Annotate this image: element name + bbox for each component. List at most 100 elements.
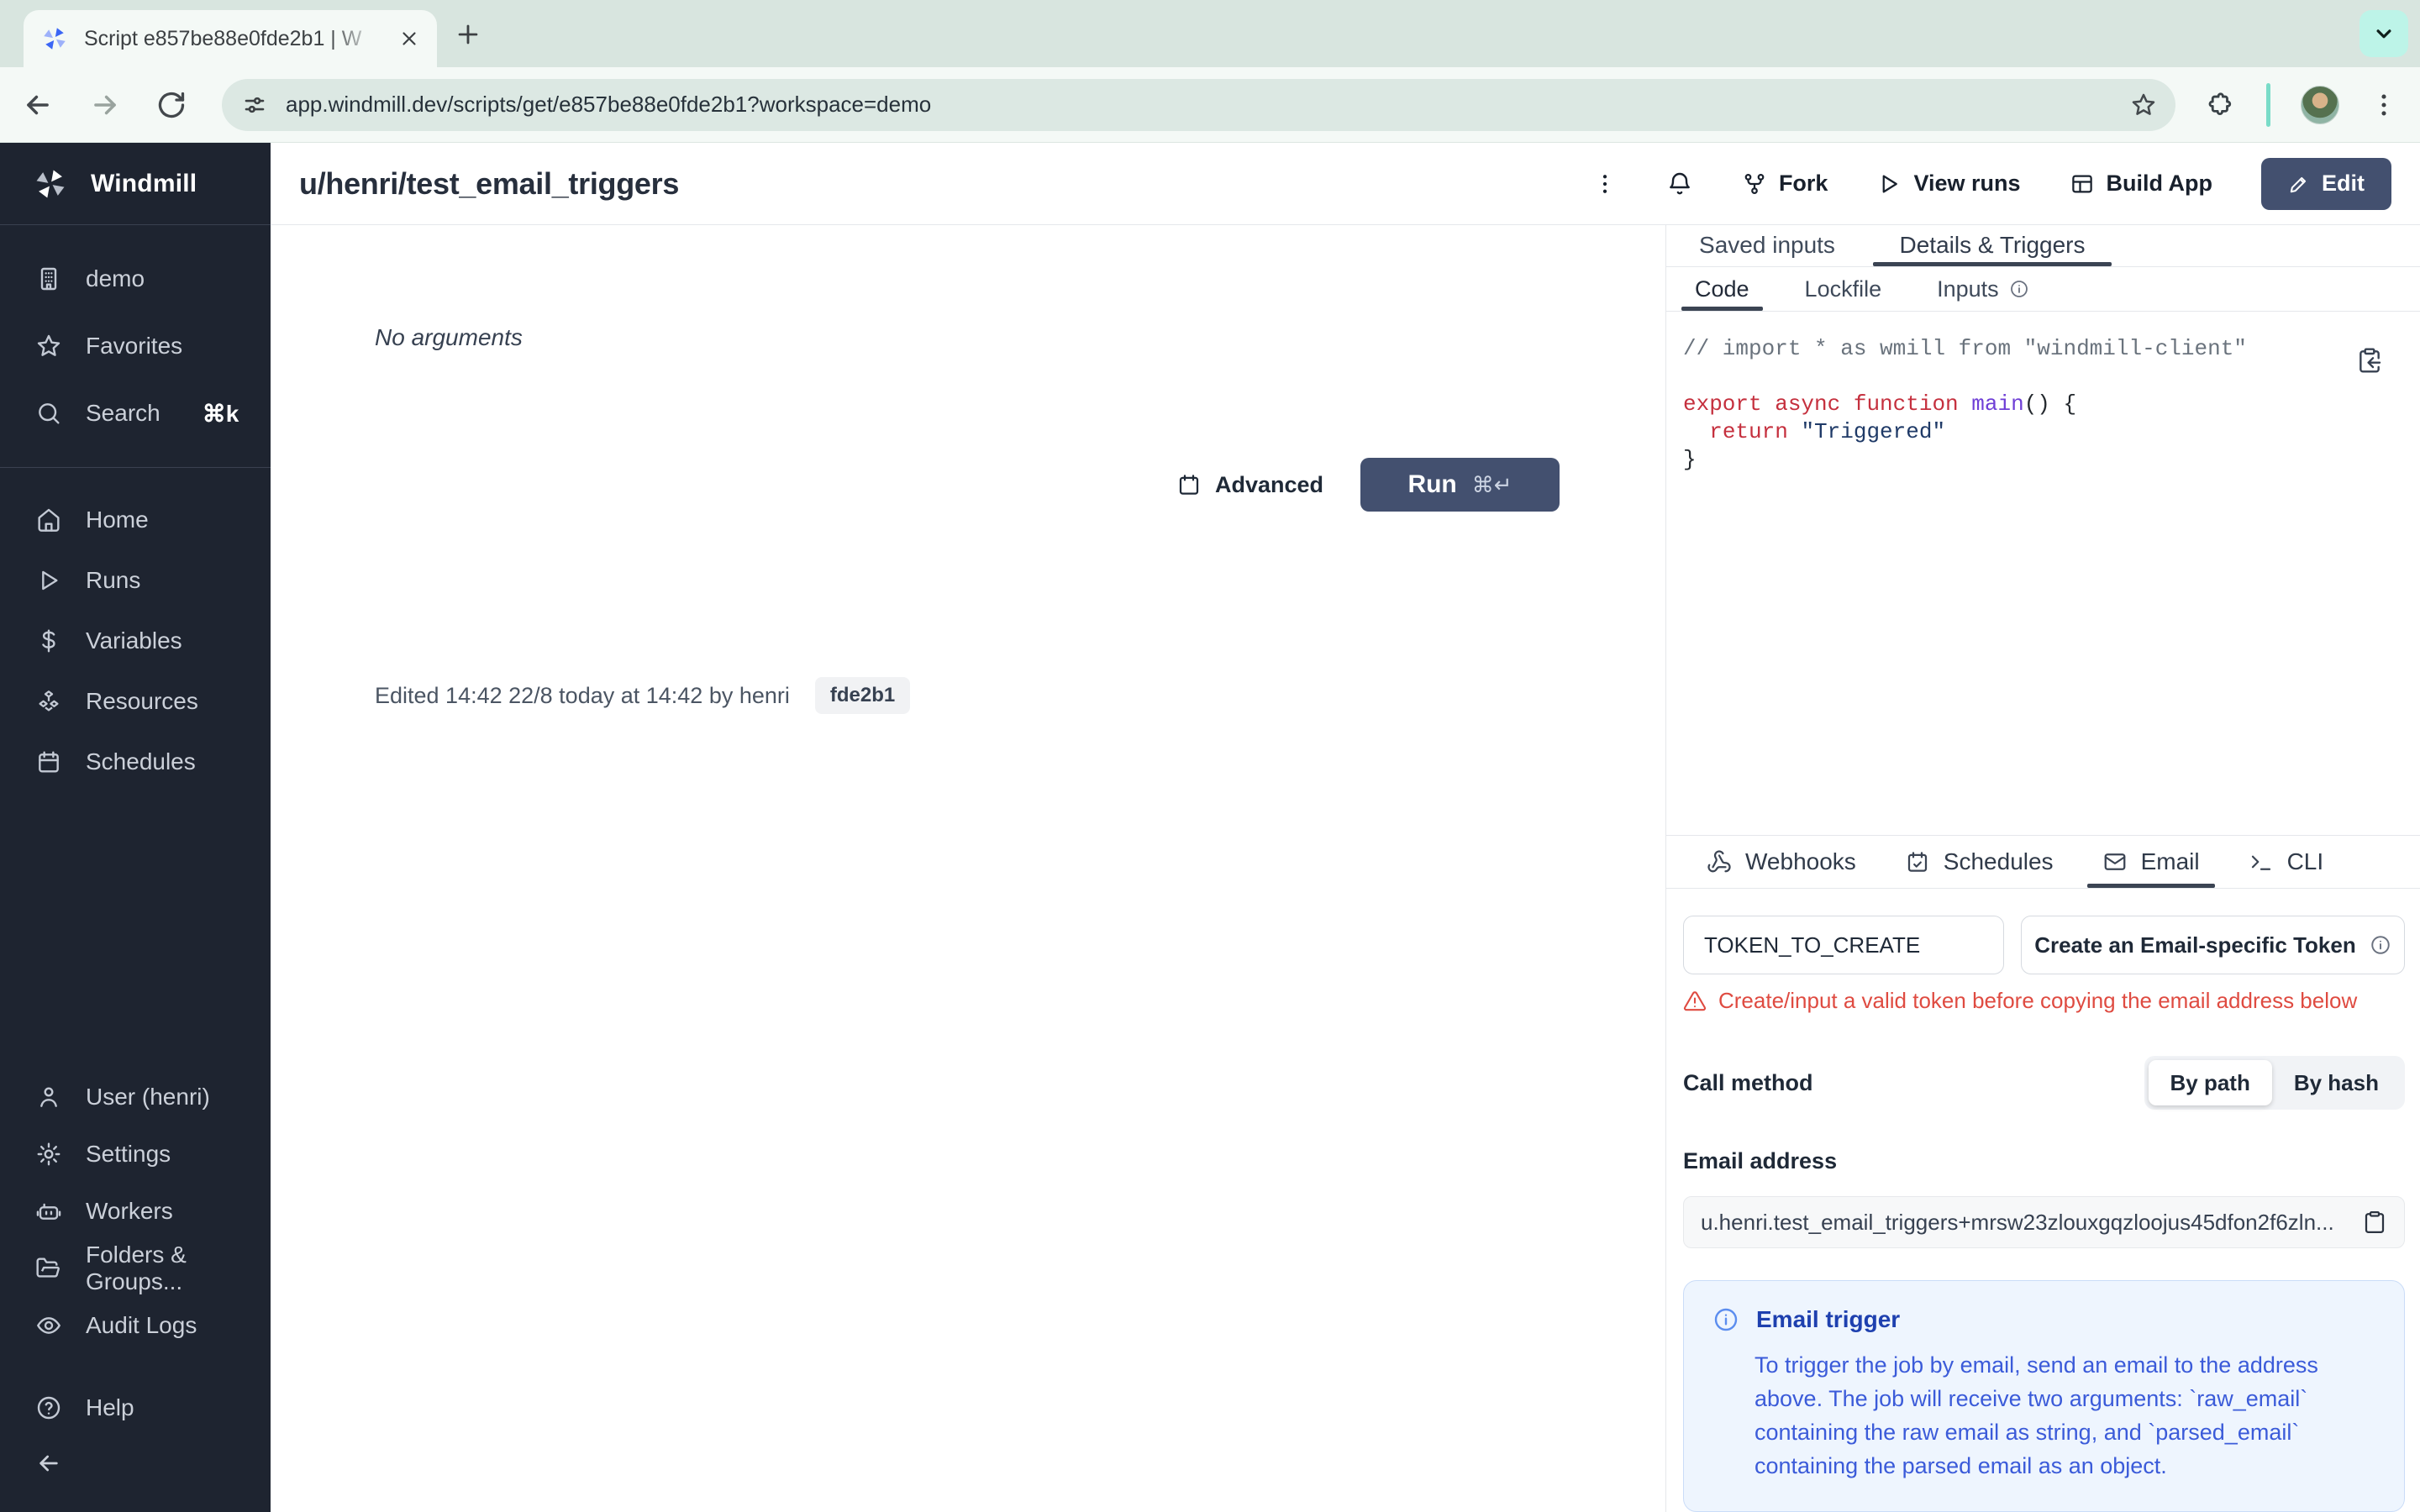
sidebar-item-label: demo: [86, 265, 145, 291]
email-address-label: Email address: [1683, 1148, 1838, 1173]
run-pane: No arguments Advanced Run ⌘↵ Edited 14:4…: [271, 225, 1665, 1512]
tab-lockfile-label: Lockfile: [1804, 276, 1882, 302]
app-grid-icon: [2070, 171, 2095, 197]
sidebar-item-user[interactable]: User (henri): [0, 1068, 271, 1126]
tab-saved-inputs[interactable]: Saved inputs: [1666, 225, 1868, 266]
chrome-chevron-down-icon[interactable]: [2360, 10, 2408, 57]
tab-title: Script e857be88e0fde2b1 | W: [84, 26, 362, 50]
sidebar-item-settings[interactable]: Settings: [0, 1126, 271, 1183]
search-icon: [35, 400, 62, 427]
url-text[interactable]: app.windmill.dev/scripts/get/e857be88e0f…: [286, 92, 2112, 118]
advanced-label: Advanced: [1214, 471, 1323, 497]
building-icon: [35, 265, 62, 292]
sidebar-item-label: Variables: [86, 627, 182, 654]
tab-close-icon[interactable]: [398, 28, 420, 50]
play-outline-icon: [1876, 171, 1902, 197]
toggle-by-hash[interactable]: By hash: [2272, 1060, 2401, 1105]
back-icon[interactable]: [22, 89, 54, 121]
details-pane: Saved inputs Details & Triggers Code Loc…: [1665, 225, 2420, 1512]
code-token: () {: [2023, 391, 2077, 417]
reload-icon[interactable]: [156, 90, 187, 120]
bookmark-star-icon[interactable]: [2130, 92, 2157, 118]
browser-tab[interactable]: Script e857be88e0fde2b1 | W: [24, 10, 437, 67]
sidebar-item-folders[interactable]: Folders & Groups...: [0, 1240, 271, 1297]
dollar-icon: [35, 627, 62, 654]
email-address-field[interactable]: u.henri.test_email_triggers+mrsw23zlouxg…: [1683, 1196, 2405, 1248]
sidebar-item-label: Workers: [86, 1198, 173, 1224]
browser-menu-icon[interactable]: [2370, 91, 2398, 119]
tab-webhooks-label: Webhooks: [1745, 848, 1856, 875]
copy-email-icon[interactable]: [2362, 1210, 2387, 1235]
token-input[interactable]: [1683, 916, 2004, 974]
build-app-label: Build App: [2106, 171, 2212, 196]
brand-name: Windmill: [91, 169, 197, 197]
page-title: u/henri/test_email_triggers: [299, 165, 680, 201]
sidebar-item-label: Audit Logs: [86, 1312, 197, 1338]
tab-schedules-label: Schedules: [1943, 848, 2054, 875]
app-window: Windmill demo Favorites Search ⌘k Home R…: [0, 143, 2420, 1512]
code-token: export: [1683, 391, 1776, 417]
tab-cli[interactable]: CLI: [2237, 836, 2336, 888]
extensions-puzzle-icon[interactable]: [2207, 91, 2236, 119]
browser-tabstrip: Script e857be88e0fde2b1 | W: [0, 0, 2420, 67]
version-badge[interactable]: fde2b1: [814, 677, 911, 714]
copy-code-icon[interactable]: [2356, 347, 2383, 374]
new-tab-icon[interactable]: [454, 20, 482, 49]
edit-button[interactable]: Edit: [2261, 157, 2391, 210]
run-button[interactable]: Run ⌘↵: [1360, 458, 1560, 512]
advanced-button[interactable]: Advanced: [1176, 472, 1323, 498]
create-email-token-button[interactable]: Create an Email-specific Token: [2021, 916, 2405, 974]
more-options-icon[interactable]: [1592, 171, 1618, 197]
sidebar-item-workspace[interactable]: demo: [0, 245, 271, 312]
token-warning-text: Create/input a valid token before copyin…: [1718, 988, 2358, 1013]
tab-code[interactable]: Code: [1681, 267, 1762, 312]
tab-details-triggers[interactable]: Details & Triggers: [1868, 225, 2117, 266]
code-token: function: [1853, 391, 1972, 417]
sidebar-item-audit-logs[interactable]: Audit Logs: [0, 1297, 271, 1354]
toolbar-divider: [2266, 82, 2270, 127]
edited-text: Edited 14:42 22/8 today at 14:42 by henr…: [375, 682, 790, 708]
tab-inputs[interactable]: Inputs: [1937, 267, 2029, 312]
fork-button[interactable]: Fork: [1742, 171, 1828, 197]
sidebar-collapse[interactable]: [0, 1436, 271, 1490]
view-runs-button[interactable]: View runs: [1876, 171, 2021, 197]
toggle-by-path[interactable]: By path: [2148, 1060, 2272, 1105]
home-icon: [35, 507, 62, 533]
script-header: u/henri/test_email_triggers Fork View ru…: [271, 143, 2420, 225]
sidebar-item-label: Home: [86, 507, 149, 533]
tab-webhooks[interactable]: Webhooks: [1695, 836, 1868, 888]
call-method-label: Call method: [1683, 1069, 1813, 1095]
sidebar-item-workers[interactable]: Workers: [0, 1183, 271, 1240]
sidebar-item-label: Folders & Groups...: [86, 1242, 187, 1294]
code-subtabs: Code Lockfile Inputs: [1666, 267, 2420, 312]
tab-trigger-schedules[interactable]: Schedules: [1893, 836, 2065, 888]
user-icon: [35, 1084, 62, 1110]
brand-row[interactable]: Windmill: [0, 143, 271, 225]
sidebar-item-variables[interactable]: Variables: [0, 611, 271, 671]
sidebar-item-home[interactable]: Home: [0, 490, 271, 550]
profile-avatar[interactable]: [2301, 85, 2339, 124]
url-bar[interactable]: app.windmill.dev/scripts/get/e857be88e0f…: [222, 78, 2175, 131]
sidebar-item-resources[interactable]: Resources: [0, 671, 271, 732]
code-editor[interactable]: // import * as wmill from "windmill-clie…: [1666, 312, 2420, 474]
tab-lockfile[interactable]: Lockfile: [1805, 267, 1882, 312]
calendar-check-icon: [1905, 849, 1930, 874]
bell-icon[interactable]: [1666, 171, 1693, 197]
mail-icon: [2102, 849, 2128, 874]
sidebar-item-favorites[interactable]: Favorites: [0, 312, 271, 380]
build-app-button[interactable]: Build App: [2070, 171, 2212, 197]
sidebar-item-help[interactable]: Help: [0, 1379, 271, 1436]
git-fork-icon: [1742, 171, 1767, 197]
sidebar-item-label: Settings: [86, 1141, 171, 1167]
tab-email[interactable]: Email: [2086, 836, 2215, 888]
forward-icon[interactable]: [89, 89, 121, 121]
sidebar-item-schedules[interactable]: Schedules: [0, 732, 271, 792]
sidebar-item-search[interactable]: Search ⌘k: [0, 380, 271, 447]
site-info-icon[interactable]: [242, 92, 267, 118]
edit-label: Edit: [2322, 171, 2365, 196]
sidebar-item-runs[interactable]: Runs: [0, 550, 271, 611]
sidebar-item-label: Search: [86, 400, 160, 426]
browser-toolbar: app.windmill.dev/scripts/get/e857be88e0f…: [0, 67, 2420, 143]
run-shortcut: ⌘↵: [1471, 471, 1512, 497]
